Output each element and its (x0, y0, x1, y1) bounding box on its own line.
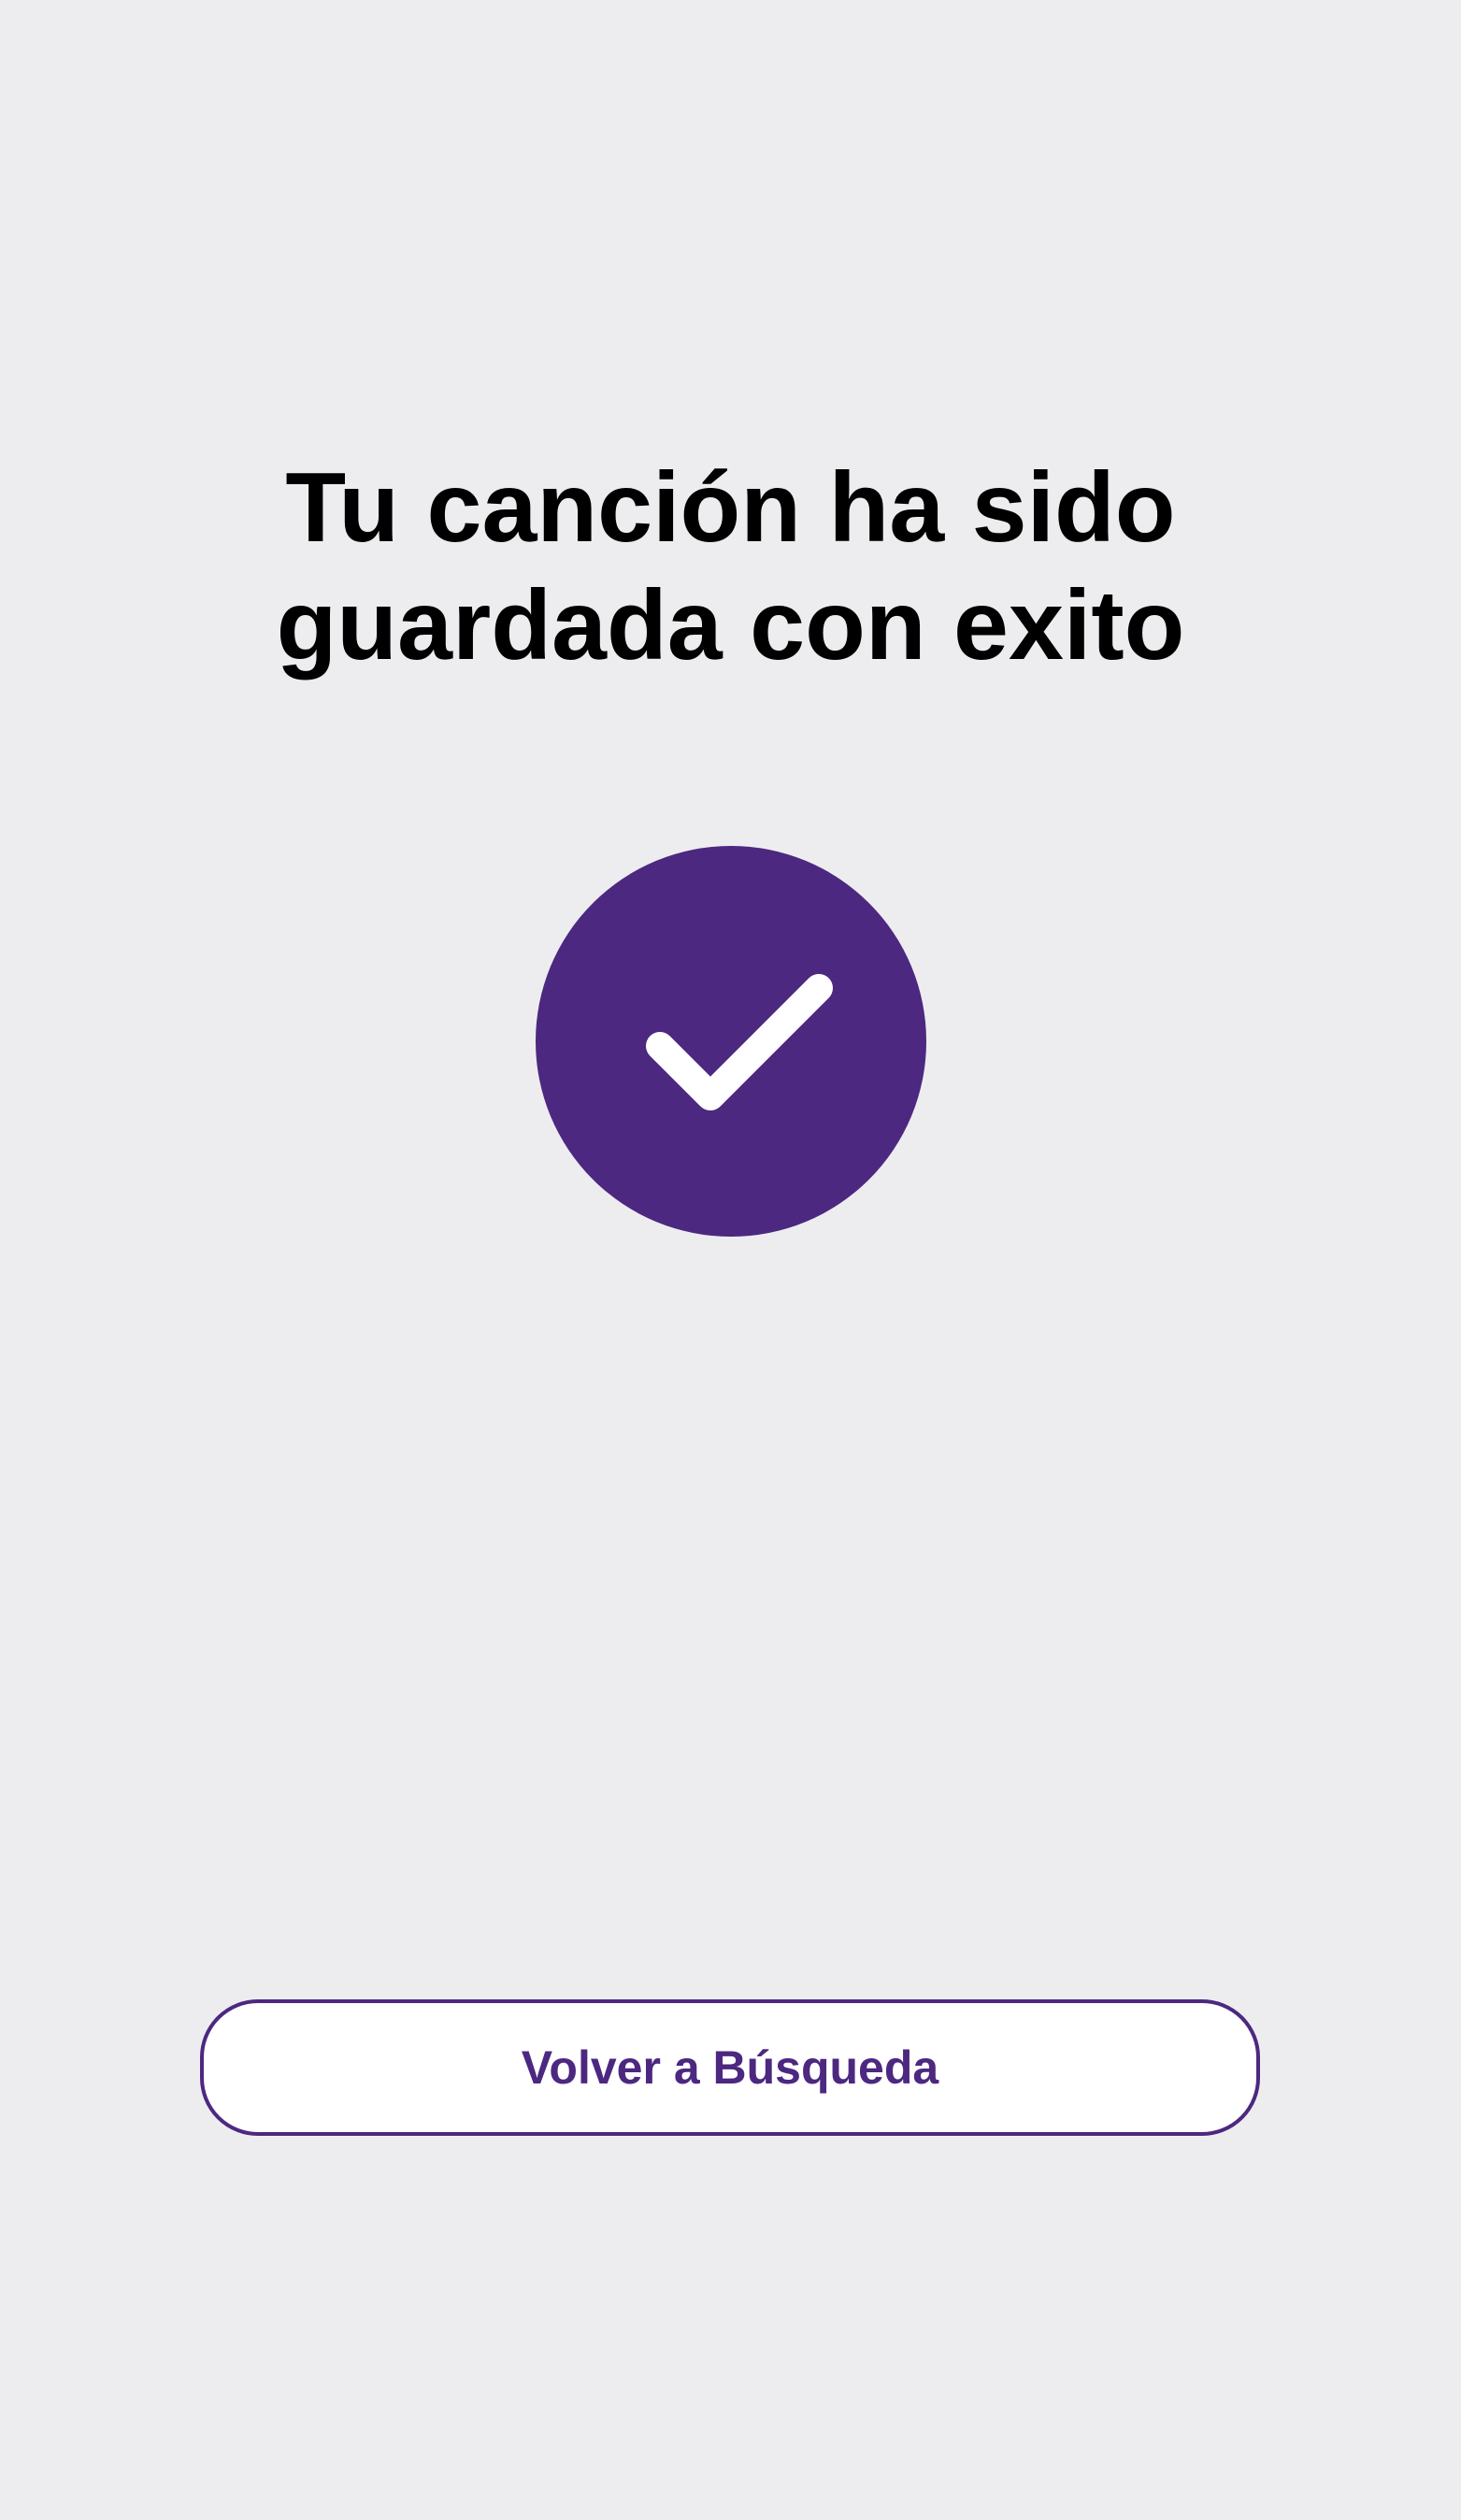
checkmark-circle-icon (536, 846, 926, 1237)
page-title: Tu canción ha sido guardada con exito (0, 449, 1461, 684)
back-to-search-label: Volver a Búsqueda (521, 2041, 939, 2094)
page-title-line-1: Tu canción ha sido (285, 452, 1176, 563)
back-to-search-button[interactable]: Volver a Búsqueda (200, 1999, 1260, 2136)
checkmark-icon (646, 974, 833, 1110)
confirmation-screen: Tu canción ha sido guardada con exito Vo… (0, 0, 1461, 2520)
page-title-line-2: guardada con exito (276, 570, 1185, 680)
